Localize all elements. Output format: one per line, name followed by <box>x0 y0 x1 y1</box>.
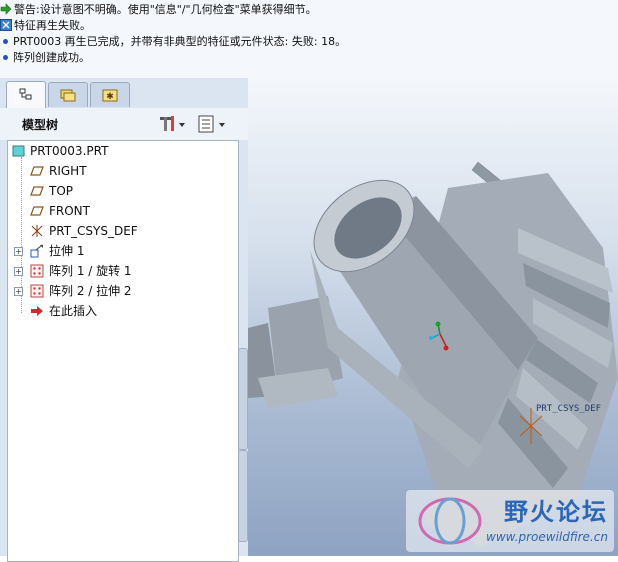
panel-splitter-handle[interactable] <box>238 348 248 450</box>
feature-icon <box>0 19 12 31</box>
tree-item[interactable]: TOP <box>8 181 236 201</box>
model-tree-title: 模型树 <box>22 118 59 132</box>
message-line: 阵列创建成功。 <box>0 50 90 66</box>
model-tree-tab[interactable] <box>6 81 46 109</box>
message-line: PRT0003 再生已完成，并带有非典型的特征或元件状态: 失败: 18。 <box>0 34 346 50</box>
model-tree-header: 模型树 <box>0 108 248 140</box>
panel-splitter-handle[interactable] <box>238 450 248 542</box>
watermark-url: www.proewildfire.cn <box>486 530 608 544</box>
navigator-tabs: ✱ <box>0 78 248 109</box>
expand-toggle[interactable]: + <box>14 247 23 256</box>
part-icon <box>12 145 25 157</box>
pattern-icon <box>30 264 44 278</box>
tree-item[interactable]: + 拉伸 1 <box>8 241 236 261</box>
star-folder-icon: ✱ <box>102 89 118 102</box>
watermark-title: 野火论坛 <box>504 498 608 526</box>
datum-plane-icon <box>30 206 44 216</box>
message-text: PRT0003 再生已完成，并带有非典型的特征或元件状态: 失败: 18。 <box>13 35 347 48</box>
tree-item-label: FRONT <box>49 204 90 218</box>
settings-dropdown-button[interactable] <box>158 114 188 134</box>
navigator-panel: ✱ 模型树 PRT0003.PRT RIGHT TOP FRONT PRT_CS… <box>0 78 248 562</box>
tree-item-label: 拉伸 1 <box>49 244 85 258</box>
tree-item[interactable]: 在此插入 <box>8 301 236 321</box>
watermark-logo-icon <box>418 497 482 545</box>
tree-icon <box>19 88 32 100</box>
message-text: 警告:设计意图不明确。使用"信息"/"几何检查"菜单获得细节。 <box>14 3 317 16</box>
message-line: 特征再生失败。 <box>0 18 91 34</box>
tree-item-label: RIGHT <box>49 164 87 178</box>
tree-item[interactable]: PRT_CSYS_DEF <box>8 221 236 241</box>
tree-item[interactable]: RIGHT <box>8 161 236 181</box>
tree-item[interactable]: PRT0003.PRT <box>8 141 236 161</box>
csys-label: PRT_CSYS_DEF <box>536 404 602 414</box>
folders-icon <box>60 89 76 102</box>
pattern-icon <box>30 284 44 298</box>
message-text: 特征再生失败。 <box>14 19 91 32</box>
extrude-icon <box>30 244 43 258</box>
model-3d-view[interactable] <box>248 78 618 556</box>
tree-item-label: 阵列 1 / 旋转 1 <box>49 264 132 278</box>
datum-plane-icon <box>30 186 44 196</box>
message-text: 阵列创建成功。 <box>13 51 90 64</box>
message-line: 警告:设计意图不明确。使用"信息"/"几何检查"菜单获得细节。 <box>0 2 317 18</box>
show-dropdown-button[interactable] <box>196 114 230 134</box>
tools-icon <box>160 116 185 131</box>
warning-arrow-icon <box>0 3 12 15</box>
svg-text:✱: ✱ <box>106 92 114 102</box>
folder-browser-tab[interactable] <box>48 82 88 107</box>
message-area: 警告:设计意图不明确。使用"信息"/"几何检查"菜单获得细节。 特征再生失败。 … <box>0 0 618 78</box>
model-tree: PRT0003.PRT RIGHT TOP FRONT PRT_CSYS_DEF… <box>7 140 239 562</box>
bullet-icon <box>3 55 8 60</box>
insert-arrow-icon <box>31 306 43 316</box>
forum-watermark: 野火论坛 www.proewildfire.cn <box>406 490 614 552</box>
expand-toggle[interactable]: + <box>14 287 23 296</box>
tree-item-label: 在此插入 <box>49 304 98 318</box>
datum-plane-icon <box>30 166 44 176</box>
tree-item[interactable]: FRONT <box>8 201 236 221</box>
graphics-window[interactable]: PRT_CSYS_DEF <box>248 78 618 556</box>
expand-toggle[interactable]: + <box>14 267 23 276</box>
tree-item-label: 阵列 2 / 拉伸 2 <box>49 284 132 298</box>
tree-item-label: PRT_CSYS_DEF <box>49 224 138 238</box>
favorites-tab[interactable]: ✱ <box>90 82 130 107</box>
list-icon <box>198 115 225 133</box>
coordinate-system-icon <box>31 225 43 237</box>
tree-item-label: PRT0003.PRT <box>30 144 109 158</box>
tree-item-label: TOP <box>49 184 74 198</box>
bullet-icon <box>3 39 8 44</box>
tree-item[interactable]: + 阵列 1 / 旋转 1 <box>8 261 236 281</box>
tree-item[interactable]: + 阵列 2 / 拉伸 2 <box>8 281 236 301</box>
